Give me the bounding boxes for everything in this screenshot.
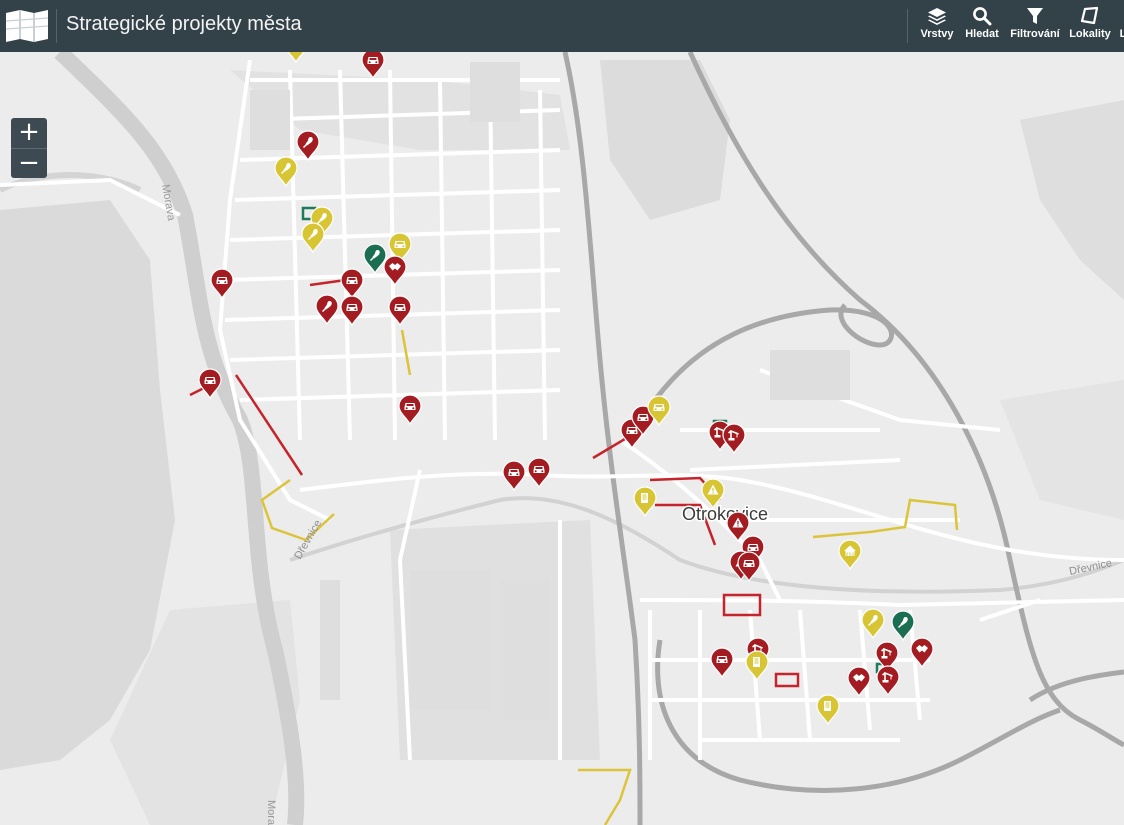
river-label-morava-south: Morava	[265, 800, 277, 825]
toolbar-divider	[907, 9, 908, 43]
app-logo-icon[interactable]	[6, 8, 50, 42]
car-icon	[743, 560, 755, 567]
filter-label: Filtrování	[1010, 28, 1060, 40]
top-bar: Strategické projekty města Vrstvy Hledat…	[0, 0, 1124, 52]
localities-button[interactable]: Lokality	[1068, 4, 1112, 48]
car-icon	[508, 469, 520, 476]
building-icon	[641, 493, 648, 503]
search-label: Hledat	[965, 28, 999, 40]
more-icon	[1118, 6, 1124, 26]
car-icon	[394, 241, 406, 248]
layers-label: Vrstvy	[920, 28, 954, 40]
car-icon	[367, 57, 379, 64]
car-icon	[637, 414, 649, 421]
car-icon	[346, 277, 358, 284]
car-icon	[216, 277, 228, 284]
map-canvas[interactable]: Otrokovice Morava Dřevnice Dřevnice Mora…	[0, 52, 1124, 825]
car-icon	[653, 404, 665, 411]
car-icon	[626, 427, 638, 434]
car-icon	[394, 304, 406, 311]
zoom-control: + −	[11, 118, 47, 178]
building-icon	[824, 701, 831, 711]
car-icon	[346, 304, 358, 311]
more-tools-button[interactable]: L	[1118, 4, 1124, 48]
building-icon	[753, 657, 760, 667]
car-icon	[716, 656, 728, 663]
car-icon	[533, 466, 545, 473]
zoom-in-button[interactable]: +	[11, 118, 47, 148]
filter-button[interactable]: Filtrování	[1008, 4, 1062, 48]
zoom-out-button[interactable]: −	[11, 148, 47, 179]
localities-label: Lokality	[1069, 28, 1111, 40]
layers-icon	[928, 8, 946, 25]
car-icon	[204, 377, 216, 384]
header-divider	[56, 9, 57, 43]
city-label: Otrokovice	[682, 504, 768, 524]
search-button[interactable]: Hledat	[962, 4, 1002, 48]
filter-icon	[1027, 8, 1043, 24]
layers-button[interactable]: Vrstvy	[918, 4, 956, 48]
car-icon	[747, 544, 759, 551]
app-title: Strategické projekty města	[66, 13, 302, 35]
car-icon	[404, 403, 416, 410]
polygon-icon	[1080, 6, 1099, 25]
more-tools-label: L	[1119, 28, 1124, 40]
search-icon	[973, 7, 992, 26]
map-view[interactable]: Otrokovice Morava Dřevnice Dřevnice Mora…	[0, 52, 1124, 825]
